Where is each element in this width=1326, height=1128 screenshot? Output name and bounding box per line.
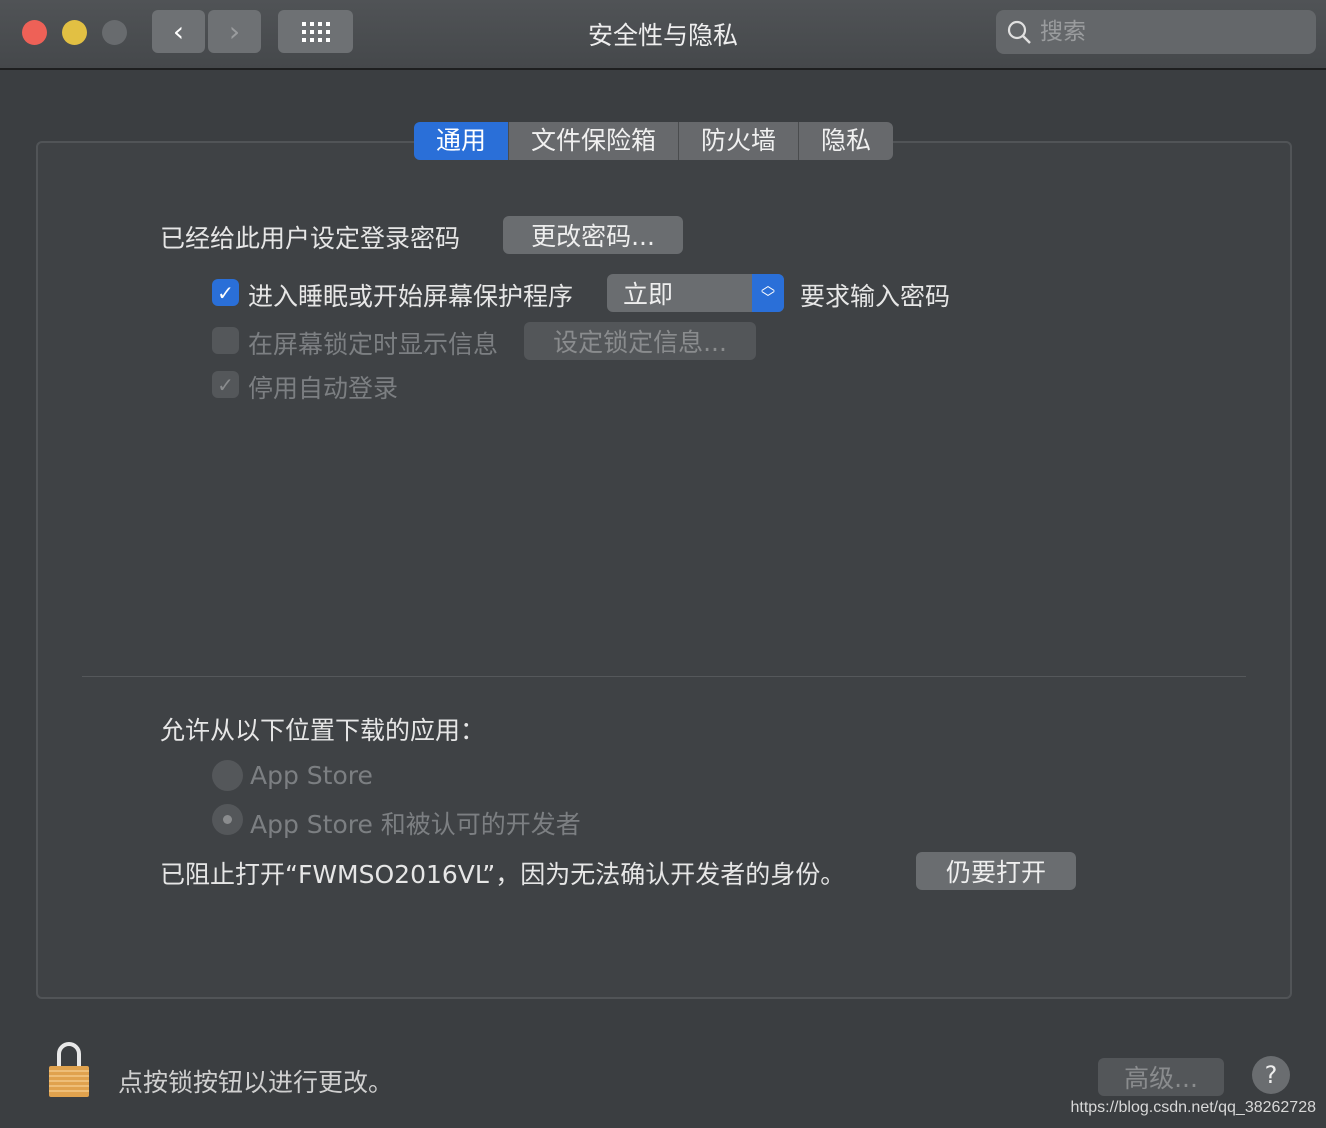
require-password-label: 进入睡眠或开始屏幕保护程序 [248,282,574,311]
show-message-label: 在屏幕锁定时显示信息 [248,330,499,359]
radio-app-store-identified[interactable] [212,804,243,835]
tab-bar: 通用 文件保险箱 防火墙 隐私 [414,122,894,160]
section-divider [82,676,1246,677]
show-message-checkbox[interactable] [212,327,239,354]
lock-message: 点按锁按钮以进行更改。 [118,1068,394,1097]
radio-app-store-identified-label: App Store 和被认可的开发者 [250,810,581,839]
require-password-suffix: 要求输入密码 [800,282,951,311]
tab-filevault[interactable]: 文件保险箱 [509,122,680,160]
tab-firewall[interactable]: 防火墙 [679,122,800,160]
change-password-button[interactable]: 更改密码... [503,216,683,254]
require-password-checkbox[interactable]: ✓ [212,279,239,306]
search-icon [1007,20,1031,44]
blocked-app-message: 已阻止打开“FWMSO2016VL”，因为无法确认开发者的身份。 [160,860,846,889]
advanced-button[interactable]: 高级... [1098,1058,1224,1096]
watermark: https://blog.csdn.net/qq_38262728 [1070,1099,1316,1116]
radio-app-store[interactable] [212,760,243,791]
tab-privacy[interactable]: 隐私 [799,122,894,160]
help-button[interactable]: ? [1252,1056,1290,1094]
downloads-heading: 允许从以下位置下载的应用： [160,716,486,745]
search-input[interactable] [1040,19,1300,45]
checkmark-icon: ✓ [217,372,234,397]
checkmark-icon: ✓ [217,280,234,305]
disable-auto-login-checkbox[interactable]: ✓ [212,371,239,398]
radio-dot-icon [223,815,232,824]
require-password-delay-select[interactable]: 立即 ︿ ﹀ [607,274,784,312]
open-anyway-button[interactable]: 仍要打开 [916,852,1076,890]
set-lock-message-button[interactable]: 设定锁定信息... [524,322,756,360]
disable-auto-login-label: 停用自动登录 [248,374,399,403]
select-value: 立即 [623,280,674,309]
updown-chevron-icon: ︿ ﹀ [752,274,784,312]
tab-general[interactable]: 通用 [414,122,510,160]
radio-app-store-label: App Store [250,761,373,790]
password-set-label: 已经给此用户设定登录密码 [160,224,461,253]
search-field[interactable] [996,10,1316,54]
lock-icon [49,1042,89,1097]
title-bar: ‹ › 安全性与隐私 [0,0,1326,70]
lock-button[interactable] [46,1042,92,1098]
